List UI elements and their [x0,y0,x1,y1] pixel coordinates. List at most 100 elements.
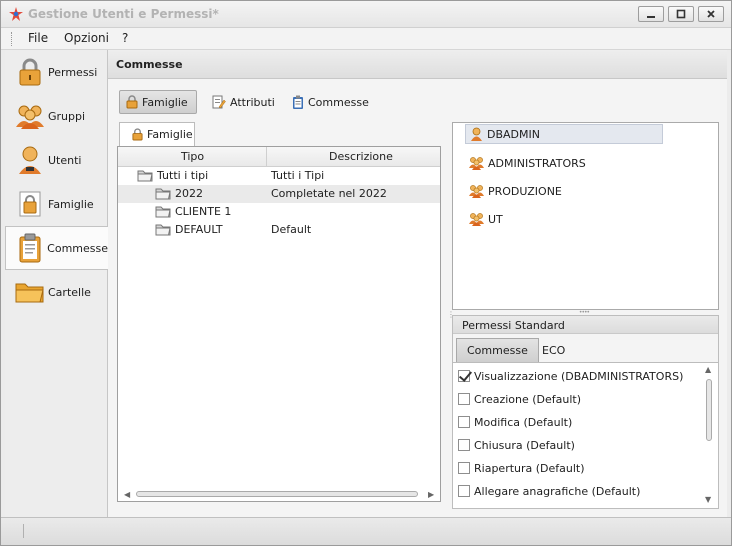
nav-label-cartelle: Cartelle [48,285,91,299]
user-name: UT [488,212,503,226]
vertical-scrollbar[interactable]: ▲ ▼ [704,363,716,507]
checkbox-checked[interactable] [458,370,470,382]
lock-doc-icon [15,189,45,219]
nav-item-utenti[interactable]: Utenti [5,138,108,182]
tab-attributi[interactable]: Attributi [206,90,281,114]
tab-famiglie[interactable]: Famiglie [119,90,197,114]
nav-item-permessi[interactable]: Permessi [5,50,108,94]
list-item[interactable]: ADMINISTRATORS [469,153,586,173]
scrollbar-thumb[interactable] [706,379,712,441]
column-separator[interactable] [266,147,267,167]
table-row[interactable]: 2022 Completate nel 2022 [118,185,440,203]
group-icon [15,101,45,131]
permission-label: Chiusura (Default) [474,438,575,452]
permission-label: Modifica (Default) [474,415,573,429]
list-item[interactable]: DBADMIN [465,124,663,144]
families-tree-grid: Tipo Descrizione Tutti i tipi Tutti i Ti… [117,146,441,502]
nav-item-famiglie[interactable]: Famiglie [5,182,108,226]
folder-icon [15,277,45,307]
checkbox[interactable] [458,485,470,497]
table-row[interactable]: CLIENTE 1 [118,203,440,221]
menu-file[interactable]: File [28,31,48,45]
checkbox[interactable] [458,393,470,405]
scroll-up-icon[interactable]: ▲ [705,365,711,374]
group-icon [469,213,484,226]
nav-label-famiglie: Famiglie [48,197,94,211]
nav-label-gruppi: Gruppi [48,109,86,123]
checkbox[interactable] [458,416,470,428]
left-navigation: Permessi Gruppi Utenti Famiglie Commesse [5,50,108,517]
nav-item-commesse[interactable]: Commesse [5,226,108,270]
table-row[interactable]: DEFAULT Default [118,221,440,239]
scrollbar-thumb[interactable] [136,491,418,497]
tab-attributi-label: Attributi [230,95,275,109]
user-name: ADMINISTRATORS [488,156,586,170]
maximize-button[interactable] [668,6,694,22]
permissions-checklist: Visualizzazione (DBADMINISTRATORS) Creaz… [453,362,718,508]
cell-descrizione: Default [271,223,312,236]
scroll-right-icon[interactable]: ▶ [428,490,434,499]
close-button[interactable] [698,6,724,22]
minimize-icon [647,16,655,18]
nav-label-utenti: Utenti [48,153,82,167]
window-title: Gestione Utenti e Permessi* [28,7,219,21]
nav-item-cartelle[interactable]: Cartelle [5,270,108,314]
column-header-descrizione[interactable]: Descrizione [329,150,393,163]
permission-item[interactable]: Allegare anagrafiche (Default) [458,481,640,501]
menu-bar: File Opzioni ? [1,28,731,50]
lock-icon [15,57,45,87]
menu-help[interactable]: ? [122,31,128,45]
tab-permessi-commesse[interactable]: Commesse [456,338,539,362]
permission-label: Visualizzazione (DBADMINISTRATORS) [474,369,684,383]
checkbox[interactable] [458,439,470,451]
user-name: PRODUZIONE [488,184,562,198]
close-icon [707,10,715,18]
menu-opzioni[interactable]: Opzioni [64,31,109,45]
tab-famiglie-label: Famiglie [142,95,188,109]
clipboard-icon [16,233,44,263]
folder-icon [155,188,171,200]
maximize-icon [676,9,686,19]
permission-item[interactable]: Chiusura (Default) [458,435,575,455]
scroll-down-icon[interactable]: ▼ [705,495,711,504]
tab-permessi-eco[interactable]: ECO [532,338,575,362]
group-icon [469,157,484,170]
nav-item-gruppi[interactable]: Gruppi [5,94,108,138]
permission-item[interactable]: Visualizzazione (DBADMINISTRATORS) [458,366,683,386]
horizontal-scrollbar[interactable]: ◀ ▶ [122,489,436,499]
tab-commesse[interactable]: Commesse [286,90,375,114]
column-header-tipo[interactable]: Tipo [181,150,204,163]
title-bar[interactable]: Gestione Utenti e Permessi* [1,1,731,28]
page-title: Commesse [116,58,183,71]
subtab-famiglie-label: Famiglie [147,128,193,141]
list-item[interactable]: PRODUZIONE [469,181,562,201]
content-panel: Commesse Famiglie Attributi Commesse Fam… [108,50,727,517]
scroll-left-icon[interactable]: ◀ [124,490,130,499]
tab-commesse-label: Commesse [308,95,369,109]
nav-label-commesse: Commesse [47,241,108,255]
checkbox[interactable] [458,462,470,474]
user-icon [471,127,482,141]
clipboard-icon [293,95,303,109]
permission-label: Riapertura (Default) [474,461,585,475]
permission-item[interactable]: Modifica (Default) [458,412,572,432]
folder-icon [137,170,153,182]
status-separator [23,524,24,538]
lock-doc-icon [132,128,143,141]
permission-label: Allegare anagrafiche (Default) [474,484,641,498]
standard-permissions-panel: Permessi Standard Commesse ECO Visualizz… [452,315,719,509]
subtab-famiglie[interactable]: Famiglie [119,122,195,146]
lock-doc-icon [126,95,138,109]
status-bar [1,517,731,545]
users-groups-list: DBADMIN ADMINISTRATORS PRODUZIONE UT [452,122,719,310]
minimize-button[interactable] [638,6,664,22]
group-icon [469,185,484,198]
nav-label-permessi: Permessi [48,65,98,79]
table-row[interactable]: Tutti i tipi Tutti i Tipi [118,167,440,185]
permission-item[interactable]: Riapertura (Default) [458,458,585,478]
list-item[interactable]: UT [469,209,503,229]
permission-item[interactable]: Creazione (Default) [458,389,581,409]
cell-tipo: Tutti i tipi [157,169,209,182]
menu-grip [11,32,14,46]
permissions-header: Permessi Standard [453,316,718,334]
